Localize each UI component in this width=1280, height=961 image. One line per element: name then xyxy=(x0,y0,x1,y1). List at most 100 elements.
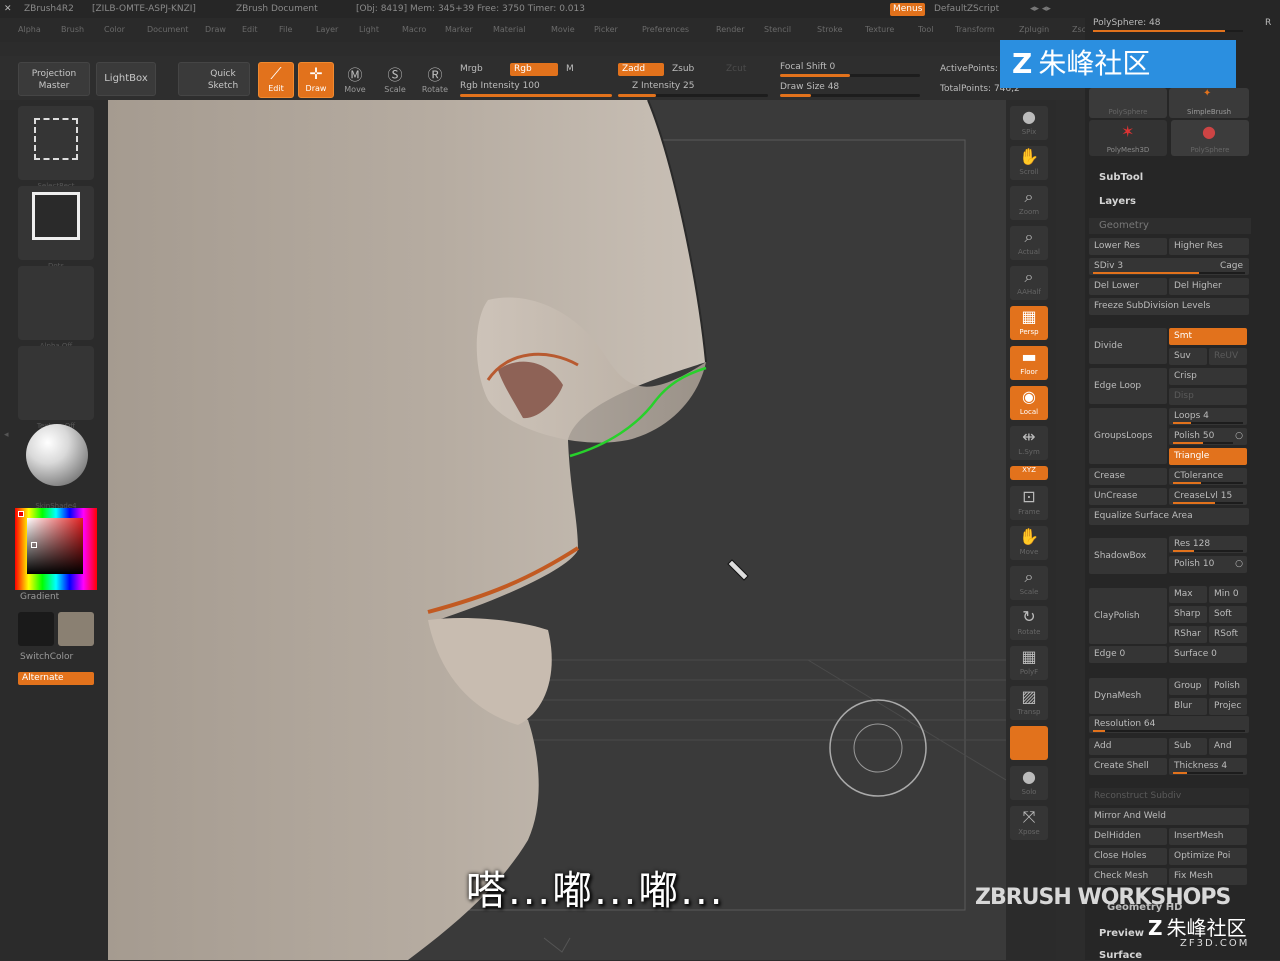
edit-button[interactable]: ⟋ Edit xyxy=(258,62,294,98)
menu-marker[interactable]: Marker xyxy=(445,18,473,42)
surface-slider[interactable]: Surface 0 xyxy=(1169,646,1247,663)
reconstruct-subdiv-button[interactable]: Reconstruct Subdiv xyxy=(1089,788,1249,805)
creaselvl-track[interactable] xyxy=(1173,502,1243,504)
r-button[interactable]: R xyxy=(1265,18,1271,28)
menus-toggle[interactable]: Menus xyxy=(890,3,926,16)
aahalf-button[interactable]: ⌕ AAHalf xyxy=(1010,266,1048,300)
menu-draw[interactable]: Draw xyxy=(205,18,226,42)
zadd-button[interactable]: Zadd xyxy=(618,63,664,76)
suv-toggle[interactable]: Suv xyxy=(1169,348,1207,365)
disp-toggle[interactable]: Disp xyxy=(1169,388,1247,405)
alpha-selector[interactable]: Dots xyxy=(18,186,94,270)
spix-button[interactable]: ● SPix xyxy=(1010,106,1048,140)
scale-button[interactable]: ⌕ Scale xyxy=(1010,566,1048,600)
preview-header[interactable]: Preview xyxy=(1099,928,1144,939)
transp-button[interactable]: ▨ Transp xyxy=(1010,686,1048,720)
layers-header[interactable]: Layers xyxy=(1099,196,1136,207)
mirror-and-weld-button[interactable]: Mirror And Weld xyxy=(1089,808,1249,825)
draw-size-slider[interactable]: Draw Size 48 xyxy=(780,82,839,92)
rotate-button[interactable]: Ⓡ Rotate xyxy=(420,64,450,94)
soft-slider[interactable]: Soft xyxy=(1209,606,1247,623)
dynamesh-polish-toggle[interactable]: Polish xyxy=(1209,678,1247,695)
min-slider[interactable]: Min 0 xyxy=(1209,586,1247,603)
lsym-button[interactable]: ⇹ L.Sym xyxy=(1010,426,1048,460)
menu-material[interactable]: Material xyxy=(493,18,526,42)
insertmesh-button[interactable]: InsertMesh xyxy=(1169,828,1247,845)
persp-button[interactable]: ▦ Persp xyxy=(1010,306,1048,340)
menu-preferences[interactable]: Preferences xyxy=(642,18,689,42)
edge-slider[interactable]: Edge 0 xyxy=(1089,646,1167,663)
material-selector[interactable]: SkinShade4 xyxy=(18,424,94,510)
triangle-toggle[interactable]: Triangle xyxy=(1169,448,1247,465)
groupsloops-button[interactable]: GroupsLoops xyxy=(1089,408,1167,464)
zbrush-logo-icon[interactable]: ✕ xyxy=(4,0,12,18)
menu-document[interactable]: Document xyxy=(147,18,188,42)
optimize-points-button[interactable]: Optimize Poi xyxy=(1169,848,1247,865)
xyz-button[interactable]: XYZ xyxy=(1010,466,1048,480)
focal-shift-track[interactable] xyxy=(780,74,920,77)
document-canvas[interactable] xyxy=(108,100,1006,960)
menu-file[interactable]: File xyxy=(279,18,292,42)
switchcolor-button[interactable]: SwitchColor xyxy=(20,652,73,662)
floor-button[interactable]: ▬ Floor xyxy=(1010,346,1048,380)
gradient-toggle[interactable]: Gradient xyxy=(20,592,59,602)
tool-thumb-polysphere[interactable]: PolySphere xyxy=(1089,88,1167,118)
menu-alpha[interactable]: Alpha xyxy=(18,18,41,42)
menu-color[interactable]: Color xyxy=(104,18,125,42)
alternate-button[interactable]: Alternate xyxy=(18,672,94,685)
shadowbox-polish-slider[interactable]: Polish 10 ○ xyxy=(1169,556,1247,573)
projection-master-button[interactable]: Projection Master xyxy=(18,62,90,96)
edge-loop-button[interactable]: Edge Loop xyxy=(1089,368,1167,404)
rgb-button[interactable]: Rgb xyxy=(510,63,558,76)
menu-brush[interactable]: Brush xyxy=(61,18,84,42)
m-button[interactable]: M xyxy=(566,64,574,74)
menu-picker[interactable]: Picker xyxy=(594,18,618,42)
menu-stencil[interactable]: Stencil xyxy=(764,18,791,42)
menu-render[interactable]: Render xyxy=(716,18,744,42)
menu-movie[interactable]: Movie xyxy=(551,18,575,42)
create-shell-button[interactable]: Create Shell xyxy=(1089,758,1167,775)
group-toggle[interactable]: Group xyxy=(1169,678,1207,695)
reuv-button[interactable]: ReUV xyxy=(1209,348,1247,365)
alpha-off-slot[interactable]: Alpha Off xyxy=(18,266,94,350)
zsub-button[interactable]: Zsub xyxy=(672,64,694,74)
move-button[interactable]: ✋ Move xyxy=(1010,526,1048,560)
add-button[interactable]: Add xyxy=(1089,738,1167,755)
menu-light[interactable]: Light xyxy=(359,18,379,42)
zcut-button[interactable]: Zcut xyxy=(726,64,746,74)
draw-size-track[interactable] xyxy=(780,94,920,97)
polyf-button[interactable]: ▦ PolyF xyxy=(1010,646,1048,680)
lightbox-button[interactable]: LightBox xyxy=(96,62,156,96)
tool-slider[interactable] xyxy=(1093,30,1243,32)
ghost-button[interactable] xyxy=(1010,726,1048,760)
delhidden-button[interactable]: DelHidden xyxy=(1089,828,1167,845)
higher-res-button[interactable]: Higher Res xyxy=(1169,238,1249,255)
sdiv-track[interactable] xyxy=(1093,272,1245,274)
freeze-subdivision-button[interactable]: Freeze SubDivision Levels xyxy=(1089,298,1249,315)
sharp-slider[interactable]: Sharp xyxy=(1169,606,1207,623)
move-button[interactable]: Ⓜ Move xyxy=(340,64,370,94)
dynamesh-button[interactable]: DynaMesh xyxy=(1089,678,1167,714)
secondary-color-swatch[interactable] xyxy=(58,612,94,646)
local-button[interactable]: ◉ Local xyxy=(1010,386,1048,420)
menu-stroke[interactable]: Stroke xyxy=(817,18,843,42)
equalize-surface-area-button[interactable]: Equalize Surface Area xyxy=(1089,508,1249,525)
res-track[interactable] xyxy=(1173,550,1243,552)
collapse-left-icon[interactable]: ◂ xyxy=(4,430,9,440)
polish-circle-icon[interactable]: ○ xyxy=(1235,428,1243,445)
nav-arrows-icon[interactable]: ◂▸ ◂▸ xyxy=(1030,0,1051,18)
z-intensity-track[interactable] xyxy=(618,94,768,97)
frame-button[interactable]: ⊡ Frame xyxy=(1010,486,1048,520)
tool-thumb-polysphere-2[interactable]: ● PolySphere xyxy=(1171,120,1249,156)
surface-header[interactable]: Surface xyxy=(1099,950,1142,961)
texture-off-slot[interactable]: Texture Off xyxy=(18,346,94,430)
project-toggle[interactable]: Projec xyxy=(1209,698,1247,715)
focal-shift-slider[interactable]: Focal Shift 0 xyxy=(780,62,835,72)
uncrease-button[interactable]: UnCrease xyxy=(1089,488,1167,505)
and-button[interactable]: And xyxy=(1209,738,1247,755)
solo-button[interactable]: ● Solo xyxy=(1010,766,1048,800)
menu-macro[interactable]: Macro xyxy=(402,18,426,42)
rshar-slider[interactable]: RShar xyxy=(1169,626,1207,643)
menu-tool[interactable]: Tool xyxy=(918,18,934,42)
thickness-track[interactable] xyxy=(1173,772,1243,774)
